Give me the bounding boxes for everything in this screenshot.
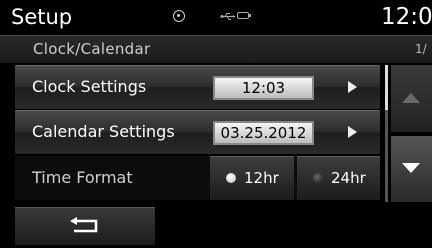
clock-display: 12:03 <box>381 4 432 30</box>
calendar-value: 03.25.2012 <box>213 121 314 145</box>
page-title: Setup <box>11 5 73 29</box>
radio-unselected-icon <box>313 173 323 183</box>
time-format-24hr-radio[interactable]: 24hr <box>297 156 380 200</box>
usb-icon <box>220 13 235 20</box>
radio-selected-icon <box>226 173 236 183</box>
clock-settings-label: Clock Settings <box>32 77 147 96</box>
time-format-label: Time Format <box>32 168 133 187</box>
clock-settings-button[interactable]: Clock Settings 12:03 <box>15 65 380 109</box>
scroll-up-button[interactable] <box>391 65 432 132</box>
time-format-row: Time Format 12hr 24hr <box>15 156 380 200</box>
calendar-settings-button[interactable]: Calendar Settings 03.25.2012 <box>15 110 380 154</box>
triangle-up-icon <box>402 93 420 103</box>
radio-24hr-label: 24hr <box>331 169 366 187</box>
disc-icon <box>173 10 185 22</box>
calendar-settings-label: Calendar Settings <box>32 122 175 141</box>
scroll-down-button[interactable] <box>391 136 432 202</box>
chevron-right-icon <box>348 81 357 93</box>
section-title: Clock/Calendar <box>33 40 151 58</box>
triangle-down-icon <box>402 163 420 173</box>
back-arrow-icon <box>70 217 98 233</box>
chevron-right-icon <box>348 126 357 138</box>
back-button[interactable] <box>15 207 155 245</box>
scrollbar-thumb[interactable] <box>385 65 388 110</box>
clock-value: 12:03 <box>213 76 314 100</box>
page-indicator: 1/ <box>415 42 427 56</box>
time-format-12hr-radio[interactable]: 12hr <box>210 156 294 200</box>
battery-icon <box>237 12 251 19</box>
radio-12hr-label: 12hr <box>244 169 279 187</box>
